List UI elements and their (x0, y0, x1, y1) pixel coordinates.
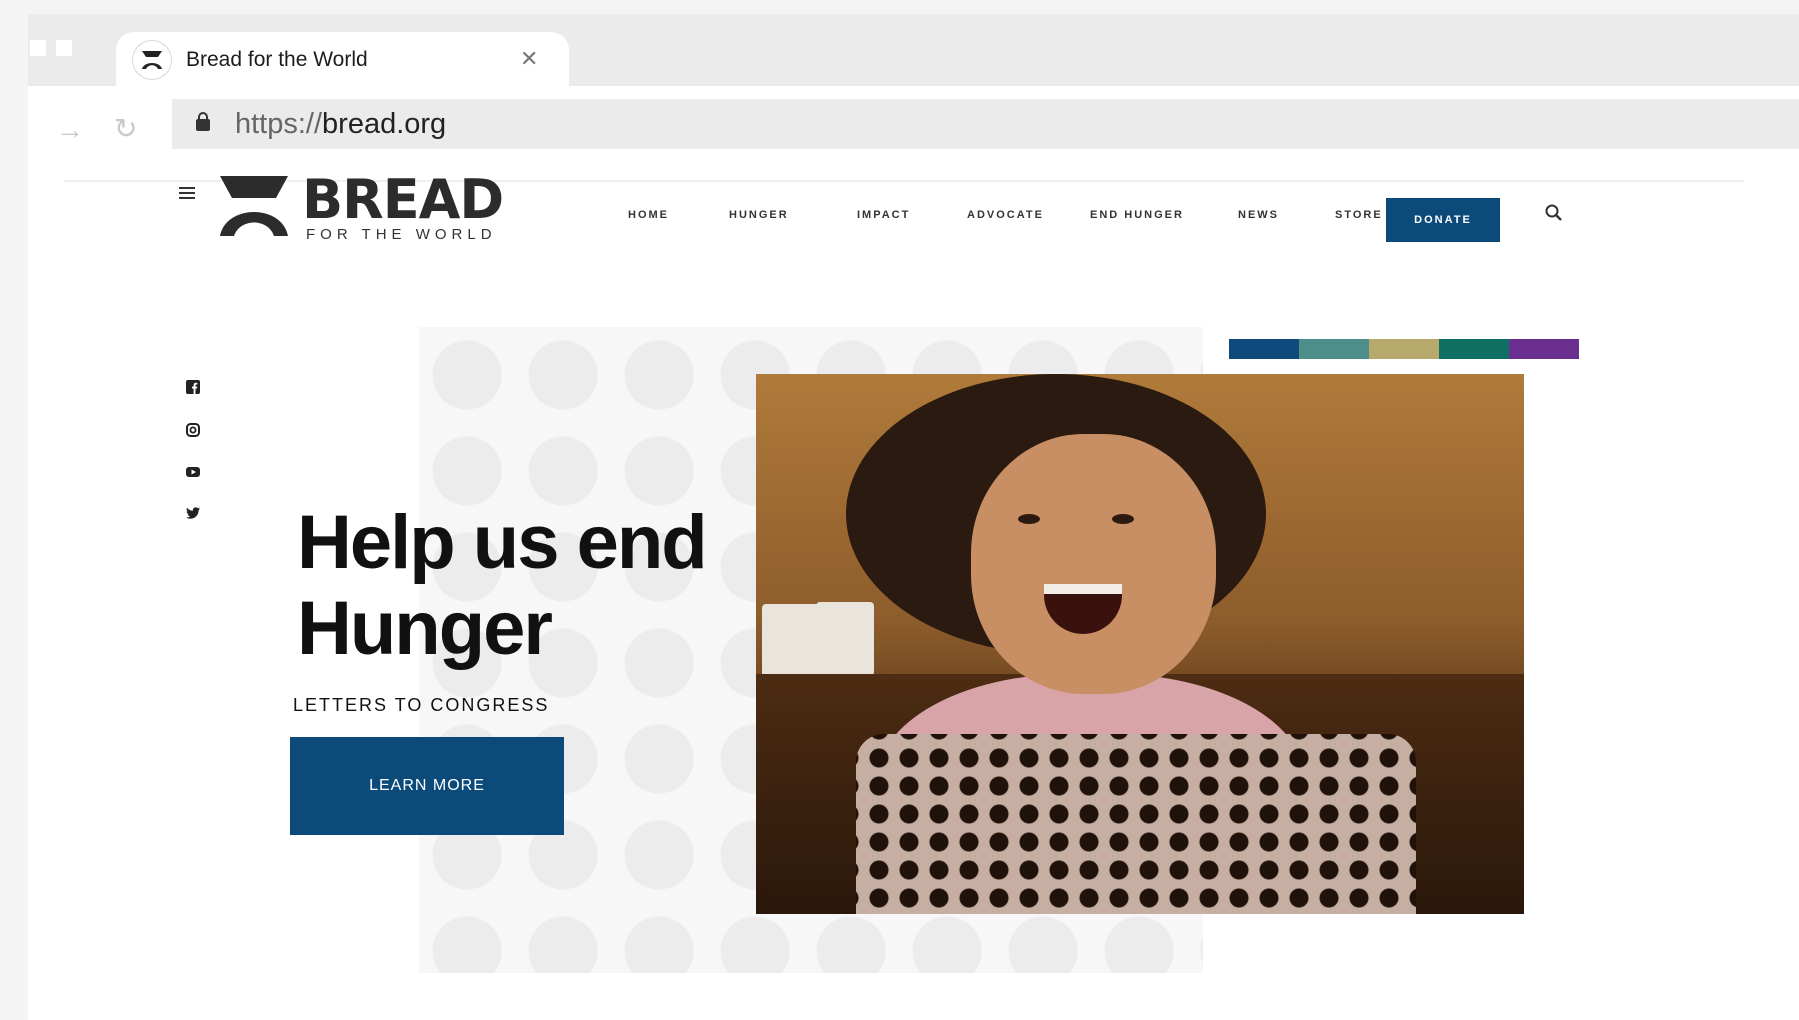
tab-title: Bread for the World (186, 48, 368, 71)
nav-store[interactable]: STORE (1335, 209, 1383, 221)
donate-button[interactable]: DONATE (1386, 198, 1500, 242)
hero-photo (756, 374, 1524, 914)
palette-swatch (1509, 339, 1579, 359)
nav-home[interactable]: HOME (628, 209, 669, 221)
address-bar[interactable]: https://bread.org (172, 99, 1799, 149)
photo-jar (762, 604, 820, 678)
instagram-icon[interactable] (186, 423, 200, 437)
palette-swatch (1299, 339, 1369, 359)
nav-impact[interactable]: IMPACT (857, 209, 910, 221)
bread-logo[interactable]: BREAD FOR THE WORLD (218, 168, 504, 243)
photo-jar (816, 602, 874, 676)
nav-hunger[interactable]: HUNGER (729, 209, 789, 221)
logo-wordmark: BREAD (302, 168, 504, 231)
palette-swatch (1229, 339, 1299, 359)
bread-favicon-icon (132, 40, 172, 80)
photo-eye (1018, 514, 1040, 524)
window-control[interactable] (30, 40, 46, 56)
facebook-icon[interactable] (186, 380, 200, 394)
hero-subtitle: LETTERS TO CONGRESS (293, 695, 550, 715)
color-palette-bar (1229, 339, 1579, 359)
browser-toolbar: → ↻ https://bread.org (28, 86, 1799, 168)
twitter-icon[interactable] (186, 506, 200, 520)
search-icon[interactable] (1545, 204, 1563, 222)
logo-tagline: FOR THE WORLD (306, 226, 497, 243)
photo-face (971, 434, 1216, 694)
hamburger-menu-icon[interactable] (179, 187, 195, 202)
photo-eye (1112, 514, 1134, 524)
palette-swatch (1439, 339, 1509, 359)
palette-swatch (1369, 339, 1439, 359)
nav-end-hunger[interactable]: END HUNGER (1090, 209, 1184, 221)
tab-bar: Bread for the World ✕ (28, 14, 1799, 104)
reload-icon[interactable]: ↻ (114, 112, 137, 145)
nav-advocate[interactable]: ADVOCATE (967, 209, 1044, 221)
nav-news[interactable]: NEWS (1238, 209, 1279, 221)
url-text[interactable]: https://bread.org (235, 108, 446, 141)
photo-chair (856, 734, 1416, 914)
bread-logo-mark-icon (220, 176, 288, 236)
forward-arrow-icon[interactable]: → (56, 114, 84, 146)
window-control[interactable] (56, 40, 72, 56)
lock-icon (196, 112, 210, 131)
hero-title: Help us end Hunger (297, 500, 708, 671)
youtube-icon[interactable] (186, 465, 200, 479)
learn-more-button[interactable]: LEARN MORE (290, 737, 564, 835)
close-icon[interactable]: ✕ (520, 46, 538, 72)
